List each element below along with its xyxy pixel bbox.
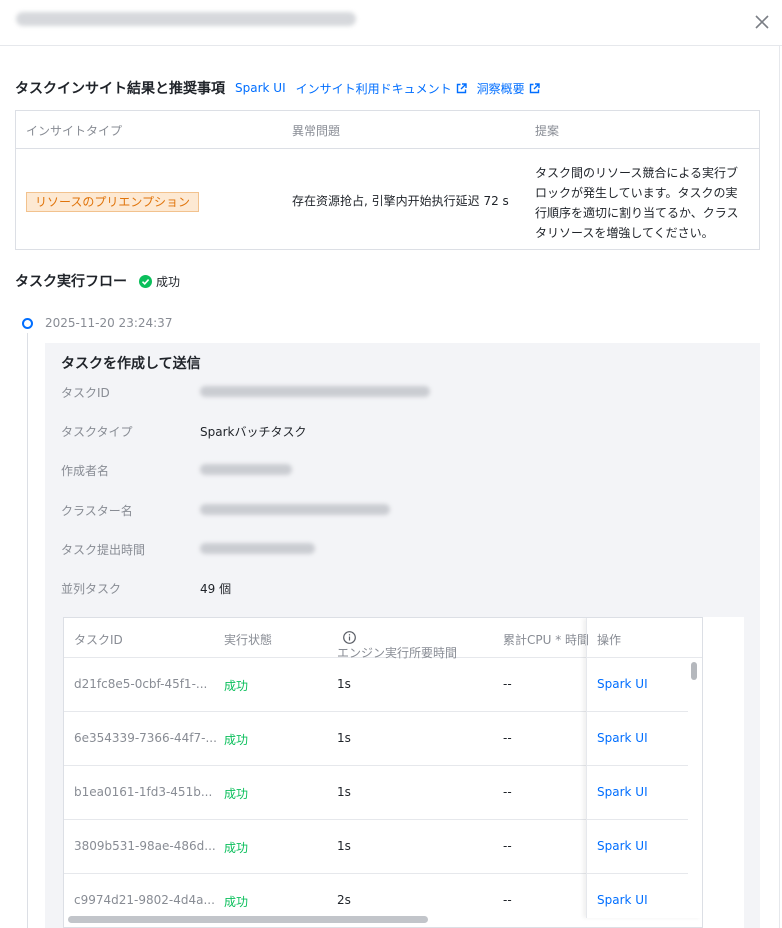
row-status: 成功 (224, 733, 249, 747)
row-task-id: 3809b531-98ae-486d... (74, 839, 216, 853)
subtask-table: タスクID 実行状態 エンジン実行所要時間 累計CPU * 時間 操作 d21f… (63, 617, 703, 928)
scroll-divider (779, 46, 780, 928)
insight-title: タスクインサイト結果と推奨事項 (15, 81, 225, 97)
row-engine-time: 1s (337, 677, 351, 691)
insight-table: インサイトタイプ 異常問題 提案 リソースのプリエンプション 存在资源抢占, 引… (15, 110, 760, 250)
external-link-icon (529, 82, 540, 93)
col-insight-type: インサイトタイプ (26, 124, 123, 138)
vertical-scrollbar[interactable] (691, 662, 697, 680)
row-cpu-time: -- (503, 677, 512, 691)
spark-ui-link[interactable]: Spark UI (235, 81, 286, 95)
row-engine-time: 2s (337, 893, 351, 907)
timeline-node-icon (22, 318, 33, 329)
flow-status: 成功 (139, 273, 180, 290)
row-cpu-time: -- (503, 731, 512, 745)
insight-problem-text: 存在资源抢占, 引擎内开始执行延迟 72 s (292, 194, 509, 208)
insight-suggestion-text: タスク間のリソース競合による実行ブロックが発生しています。タスクの実行順序を適切… (535, 166, 739, 240)
submit-time-value-redacted (200, 543, 315, 554)
row-cpu-time: -- (503, 893, 512, 907)
external-link-icon (456, 82, 467, 93)
row-engine-time: 1s (337, 731, 351, 745)
horizontal-scrollbar[interactable] (68, 916, 428, 923)
fixed-operation-column (586, 618, 702, 918)
close-button[interactable] (750, 10, 774, 34)
row-status: 成功 (224, 841, 249, 855)
task-type-label: タスクタイプ (61, 425, 133, 439)
col-suggestion: 提案 (535, 124, 560, 138)
drawer-header (0, 0, 782, 46)
row-cpu-time: -- (503, 839, 512, 853)
col-engine-time: エンジン実行所要時間 (337, 631, 457, 660)
panel-title: タスクを作成して送信 (61, 356, 201, 372)
cluster-name-value-redacted (200, 504, 390, 515)
task-id-value-redacted (200, 386, 430, 397)
col-problem: 異常問題 (292, 124, 341, 138)
flow-title: タスク実行フロー (15, 274, 127, 290)
row-task-id: 6e354339-7366-44f7-... (74, 731, 217, 745)
insight-section-header: タスクインサイト結果と推奨事項 Spark UI インサイト利用ドキュメント 洞… (15, 78, 550, 98)
task-id-label: タスクID (61, 386, 110, 400)
flow-section-header: タスク実行フロー 成功 (15, 271, 180, 291)
insight-type-badge: リソースのプリエンプション (26, 192, 200, 212)
col-cpu-time: 累計CPU * 時間 (503, 633, 590, 647)
success-check-icon (139, 274, 152, 288)
parallel-tasks-label: 並列タスク (61, 582, 122, 596)
timeline-line (27, 333, 28, 928)
redacted-title (16, 12, 356, 26)
parallel-tasks-value: 49 個 (200, 582, 232, 596)
cluster-name-label: クラスター名 (61, 504, 133, 518)
insight-table-header: インサイトタイプ 異常問題 提案 (16, 111, 759, 149)
row-status: 成功 (224, 787, 249, 801)
table-margin (703, 617, 744, 928)
row-status: 成功 (224, 895, 249, 909)
info-icon[interactable] (343, 631, 356, 644)
timeline-timestamp: 2025-11-20 23:24:37 (45, 316, 173, 330)
insight-overview-link[interactable]: 洞察概要 (477, 80, 540, 97)
row-task-id: d21fc8e5-0cbf-45f1-... (74, 677, 208, 691)
row-status: 成功 (224, 679, 249, 693)
insight-doc-link[interactable]: インサイト利用ドキュメント (296, 80, 467, 97)
task-type-value: Sparkバッチタスク (200, 425, 307, 439)
creator-value-redacted (200, 464, 292, 475)
row-task-id: c9974d21-9802-4d4a... (74, 893, 215, 907)
row-task-id: b1ea0161-1fd3-451b... (74, 785, 213, 799)
row-engine-time: 1s (337, 785, 351, 799)
submit-time-label: タスク提出時間 (61, 543, 146, 557)
close-icon (755, 15, 769, 29)
col-status: 実行状態 (224, 633, 273, 647)
creator-label: 作成者名 (61, 464, 110, 478)
col-task-id: タスクID (74, 633, 123, 647)
row-engine-time: 1s (337, 839, 351, 853)
row-cpu-time: -- (503, 785, 512, 799)
